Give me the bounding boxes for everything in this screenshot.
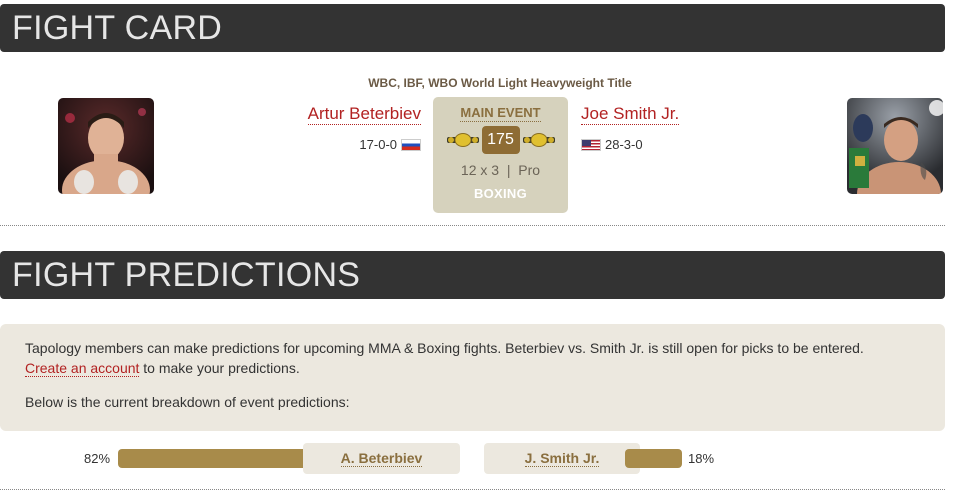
fighter-right-record-row: 28-3-0 bbox=[581, 137, 643, 152]
predictions-intro: Tapology members can make predictions fo… bbox=[25, 338, 920, 378]
right-prediction-bar bbox=[625, 449, 682, 468]
left-prediction-bar bbox=[118, 449, 318, 468]
rounds-value: 12 x 3 bbox=[460, 162, 500, 178]
belt-right-icon bbox=[522, 133, 555, 147]
predictions-breakdown-text: Below is the current breakdown of event … bbox=[25, 394, 350, 410]
pick-right-fighter-label: J. Smith Jr. bbox=[524, 450, 600, 467]
fighter-left-record-row: 17-0-0 bbox=[359, 137, 421, 152]
predictions-info-panel: Tapology members can make predictions fo… bbox=[0, 324, 945, 431]
russia-flag-icon bbox=[401, 138, 421, 151]
create-account-link[interactable]: Create an account bbox=[25, 360, 140, 377]
main-event-label[interactable]: MAIN EVENT bbox=[460, 105, 541, 122]
sport-label: BOXING bbox=[473, 186, 528, 201]
usa-flag-icon bbox=[581, 138, 601, 151]
fighter-left-name-link[interactable]: Artur Beterbiev bbox=[307, 104, 421, 125]
rounds-separator: | bbox=[506, 162, 511, 178]
predictions-intro-text: Tapology members can make predictions fo… bbox=[25, 340, 864, 356]
fight-card-header: FIGHT CARD bbox=[0, 4, 945, 52]
main-event-box: MAIN EVENT 175 12 x 3 | Pro BOXING bbox=[433, 97, 568, 213]
predictions-divider bbox=[0, 489, 945, 490]
bout-level: Pro bbox=[518, 162, 541, 178]
rounds-info: 12 x 3 | Pro bbox=[433, 162, 568, 178]
pick-left-fighter-label: A. Beterbiev bbox=[340, 450, 423, 467]
left-prediction-percent: 82% bbox=[84, 451, 111, 466]
belt-left-icon bbox=[446, 133, 479, 147]
fighter-right-photo[interactable] bbox=[847, 98, 943, 194]
fighter-left-record: 17-0-0 bbox=[359, 137, 397, 152]
fighter-left-photo[interactable] bbox=[58, 98, 154, 194]
weight-class-badge: 175 bbox=[481, 126, 520, 154]
pick-right-fighter-button[interactable]: J. Smith Jr. bbox=[484, 443, 640, 474]
right-prediction-percent: 18% bbox=[688, 451, 715, 466]
fighter-right-name-link[interactable]: Joe Smith Jr. bbox=[581, 104, 680, 125]
title-belt-label: WBC, IBF, WBO World Light Heavyweight Ti… bbox=[368, 76, 632, 90]
create-account-suffix: to make your predictions. bbox=[139, 360, 300, 376]
fight-predictions-header: FIGHT PREDICTIONS bbox=[0, 251, 945, 299]
fighter-right-record: 28-3-0 bbox=[605, 137, 643, 152]
weight-row: 175 bbox=[433, 126, 568, 154]
pick-left-fighter-button[interactable]: A. Beterbiev bbox=[303, 443, 460, 474]
fight-card-divider bbox=[0, 225, 945, 226]
